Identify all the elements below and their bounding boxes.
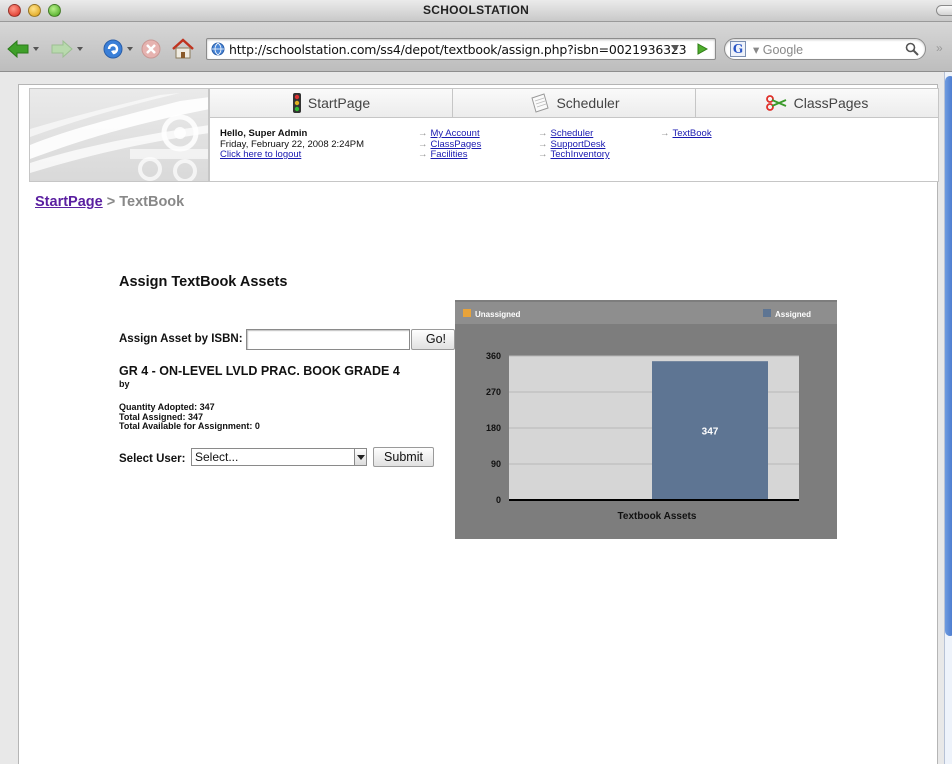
link-my-account[interactable]: My Account — [431, 128, 480, 139]
breadcrumb-separator: > — [106, 194, 116, 210]
chevron-down-icon[interactable] — [354, 449, 366, 465]
quick-links-col-2: → Scheduler → SupportDesk → TechInventory — [538, 128, 610, 161]
scrollbar-thumb[interactable] — [945, 76, 952, 636]
select-user-label: Select User: — [119, 453, 186, 465]
arrow-icon: → — [538, 138, 548, 150]
isbn-label: Assign Asset by ISBN: — [119, 333, 243, 345]
go-button[interactable]: Go! — [411, 329, 455, 350]
breadcrumb-current: TextBook — [119, 194, 185, 210]
y-tick-label: 180 — [486, 423, 501, 433]
page-title: Assign TextBook Assets — [119, 274, 288, 290]
breadcrumb: StartPage > TextBook — [35, 194, 184, 210]
forward-button[interactable] — [50, 37, 83, 61]
y-tick-label: 270 — [486, 387, 501, 397]
bars: 347 — [652, 361, 768, 500]
user-greeting: Hello, Super Admin Friday, February 22, … — [220, 128, 364, 161]
arrow-icon: → — [660, 128, 670, 139]
search-field[interactable]: G ▾ Google — [724, 38, 926, 60]
reload-dropdown-icon — [127, 47, 133, 51]
legend-label-assigned: Assigned — [775, 310, 811, 319]
logout-link[interactable]: Click here to logout — [220, 149, 301, 160]
browser-window: SCHOOLSTATION http://schoolstation.com/s… — [0, 0, 952, 764]
tab-scheduler-label: Scheduler — [556, 95, 620, 111]
link-techinventory[interactable]: TechInventory — [551, 149, 610, 160]
book-author: by — [119, 379, 130, 389]
train-logo-icon — [30, 93, 208, 181]
forward-dropdown-icon — [77, 47, 83, 51]
tab-scheduler[interactable]: Scheduler — [453, 89, 696, 117]
user-select-value: Select... — [195, 450, 239, 464]
arrow-icon: → — [538, 149, 548, 160]
schoolstation-logo[interactable] — [29, 88, 209, 182]
toolbar-toggle-button[interactable] — [936, 5, 952, 16]
user-select[interactable]: Select... — [191, 448, 367, 466]
x-axis-label: Textbook Assets — [618, 511, 697, 522]
google-logo-icon[interactable]: G — [730, 41, 746, 57]
tab-startpage[interactable]: StartPage — [210, 89, 453, 117]
stop-icon — [141, 39, 161, 59]
browser-toolbar: http://schoolstation.com/ss4/depot/textb… — [0, 22, 952, 72]
link-textbook[interactable]: TextBook — [673, 128, 712, 139]
tab-classpages[interactable]: ClassPages — [696, 89, 938, 117]
back-dropdown-icon — [33, 47, 39, 51]
link-scheduler[interactable]: Scheduler — [551, 128, 594, 139]
search-placeholder: ▾ Google — [753, 43, 804, 57]
scissors-icon — [765, 95, 786, 111]
toolbar-overflow-icon[interactable]: » — [936, 41, 943, 55]
y-tick-label: 90 — [491, 459, 501, 469]
arrow-icon: → — [538, 128, 548, 139]
globe-icon — [211, 42, 225, 56]
url-history-dropdown-icon[interactable] — [671, 45, 679, 51]
textbook-assets-chart: Unassigned Assigned 0 90 180 270 360 347 Tex… — [455, 300, 837, 539]
home-button[interactable] — [171, 37, 195, 61]
arrow-icon: → — [418, 138, 428, 150]
link-supportdesk[interactable]: SupportDesk — [551, 139, 606, 150]
reload-button[interactable] — [102, 37, 133, 61]
link-classpages[interactable]: ClassPages — [431, 139, 482, 150]
quick-links-col-3: → TextBook — [660, 128, 712, 140]
go-arrow-icon[interactable] — [696, 43, 708, 55]
legend-swatch-unassigned — [463, 309, 471, 317]
window-title: SCHOOLSTATION — [422, 3, 530, 17]
submit-button[interactable]: Submit — [373, 447, 434, 467]
reload-icon — [103, 39, 123, 59]
bar-value-label: 347 — [702, 427, 719, 438]
main-nav-tabs: StartPage Scheduler ClassPages — [209, 88, 939, 118]
back-arrow-icon — [7, 39, 29, 59]
stop-button[interactable] — [141, 37, 161, 61]
traffic-light-icon — [292, 93, 301, 113]
address-bar[interactable]: http://schoolstation.com/ss4/depot/textb… — [206, 38, 716, 60]
title-bar: SCHOOLSTATION — [0, 0, 952, 22]
user-info-bar: Hello, Super Admin Friday, February 22, … — [209, 118, 939, 182]
url-text: http://schoolstation.com/ss4/depot/textb… — [229, 42, 687, 57]
tab-classpages-label: ClassPages — [793, 95, 869, 111]
y-tick-label: 360 — [486, 351, 501, 361]
arrow-icon: → — [418, 149, 428, 160]
page-content: StartPage Scheduler ClassPages Hello, Su… — [18, 84, 939, 764]
home-icon — [172, 38, 194, 59]
legend-swatch-assigned — [763, 309, 771, 317]
isbn-input[interactable] — [246, 329, 410, 350]
tab-startpage-label: StartPage — [307, 95, 371, 111]
arrow-icon: → — [418, 128, 428, 139]
back-button[interactable] — [6, 37, 39, 61]
greeting-text: Hello, Super Admin — [220, 128, 308, 139]
breadcrumb-startpage-link[interactable]: StartPage — [35, 194, 103, 210]
notepad-icon — [531, 93, 550, 113]
chart-svg: Unassigned Assigned 0 90 180 270 360 347 Tex… — [455, 300, 837, 539]
search-icon[interactable] — [905, 42, 919, 56]
asset-stats: Quantity Adopted: 347 Total Assigned: 34… — [119, 402, 260, 432]
link-facilities[interactable]: Facilities — [431, 149, 468, 160]
total-available: Total Available for Assignment: 0 — [119, 421, 260, 431]
quick-links-col-1: → My Account → ClassPages → Facilities — [418, 128, 482, 161]
legend-label-unassigned: Unassigned — [475, 310, 520, 319]
y-tick-label: 0 — [496, 495, 501, 505]
book-title: GR 4 - ON-LEVEL LVLD PRAC. BOOK GRADE 4 — [119, 364, 400, 378]
forward-arrow-icon — [51, 39, 73, 59]
